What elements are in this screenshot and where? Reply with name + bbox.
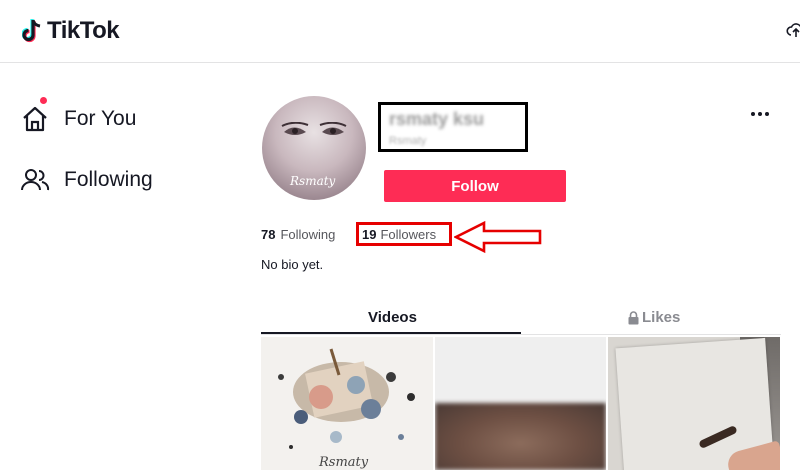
video-thumbnail[interactable] [435,337,606,470]
paint-splatter-art [278,348,415,449]
followers-label: Followers [380,226,437,242]
profile-stats: 78 Following [261,227,335,242]
annotation-arrow-icon [454,220,542,254]
logo-text: TikTok [47,17,120,44]
tab-likes-label: Likes [642,309,681,326]
top-header: TikTok [0,0,800,63]
following-label: Following [280,227,336,242]
video-signature: Rsmaty [319,455,369,470]
lock-icon [628,310,639,324]
avatar-eyes-art [281,122,347,135]
avatar-signature: Rsmaty [290,174,336,188]
profile-bio: No bio yet. [261,257,324,272]
tiktok-logo[interactable]: TikTok [22,17,120,45]
sidebar-item-label: Following [64,168,153,191]
following-stat[interactable]: 78 Following [261,227,335,242]
sidebar-item-for-you[interactable]: For You [20,97,137,134]
home-icon [23,106,47,132]
users-icon-wrap [20,165,50,195]
home-icon-wrap [20,97,50,134]
sidebar-item-following[interactable]: Following [20,165,153,195]
sidebar-item-label: For You [64,107,137,130]
active-tab-underline [261,332,521,334]
follow-button[interactable]: Follow [384,170,566,202]
tab-videos[interactable]: Videos [368,309,417,326]
tiktok-logo-icon [22,19,41,43]
more-options-icon[interactable] [748,104,772,124]
redacted-username: rsmaty ksu [389,109,485,129]
notification-dot [40,97,47,104]
tab-divider [261,334,781,335]
users-icon [21,169,50,191]
redacted-handle: Rsmaty [389,135,427,147]
avatar[interactable]: Rsmaty [262,96,366,200]
tab-likes[interactable]: Likes [627,309,680,326]
video-thumbnail[interactable]: Rsmaty [261,337,433,470]
blurred-thumbnail-image [435,403,606,470]
redacted-username-box: rsmaty ksu Rsmaty [378,102,528,152]
following-count: 78 [261,227,276,242]
video-thumbnail[interactable] [608,337,780,470]
upload-cloud-icon[interactable] [786,20,800,40]
followers-stat[interactable]: 19 Followers [356,222,452,246]
followers-count: 19 [362,226,377,242]
